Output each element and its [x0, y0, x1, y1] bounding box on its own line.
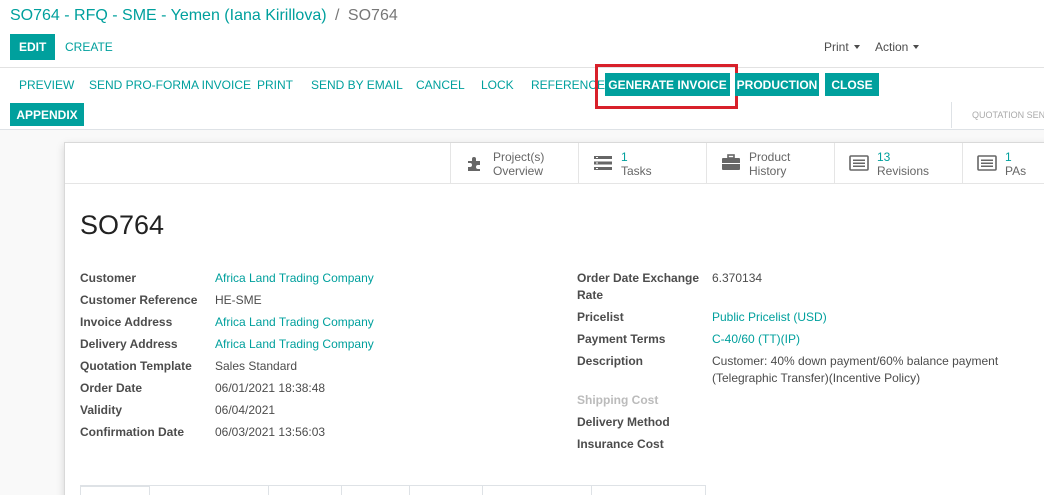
- print-dropdown-label: Print: [824, 40, 849, 54]
- quotation-template-value: Sales Standard: [215, 359, 298, 373]
- smart-button-box: Project(s) Overview 1 Tasks Product History: [65, 143, 1044, 184]
- insurance-cost-label: Insurance Cost: [577, 437, 664, 451]
- notebook-tab[interactable]: [268, 485, 341, 495]
- smart-button-tasks[interactable]: 1 Tasks: [578, 143, 706, 183]
- smart-button-pas-label: PAs: [1005, 164, 1027, 178]
- customer-label: Customer: [80, 271, 137, 285]
- cancel-button[interactable]: CANCEL: [416, 78, 465, 92]
- confirmation-date-label: Confirmation Date: [80, 425, 185, 439]
- stage-divider: [951, 102, 952, 128]
- lock-button[interactable]: LOCK: [481, 78, 514, 92]
- edit-button[interactable]: EDIT: [10, 34, 56, 60]
- quotation-template-label: Quotation Template: [80, 359, 192, 373]
- send-proforma-invoice-button[interactable]: SEND PRO-FORMA INVOICE: [89, 78, 251, 92]
- customer-reference-label: Customer Reference: [80, 293, 198, 307]
- smart-button-product-history[interactable]: Product History: [706, 143, 834, 183]
- notebook-tab[interactable]: [409, 485, 482, 495]
- puzzle-icon: [468, 157, 480, 171]
- confirmation-date-value: 06/03/2021 13:56:03: [215, 425, 326, 439]
- tasks-icon: [594, 156, 612, 170]
- smart-button-pas-count: 1: [1005, 150, 1012, 164]
- highlight-box: [595, 64, 738, 109]
- notebook-tab[interactable]: [341, 485, 409, 495]
- smart-button-revisions-label: Revisions: [877, 164, 930, 178]
- description-line1: Customer: 40% down payment/60% balance p…: [712, 354, 999, 368]
- print-dropdown[interactable]: Print: [824, 40, 860, 54]
- close-button[interactable]: CLOSE: [825, 73, 879, 96]
- payment-terms-label: Payment Terms: [577, 332, 666, 346]
- create-button[interactable]: CREATE: [65, 40, 113, 54]
- stage-quotation-sent[interactable]: QUOTATION SEN: [972, 110, 1044, 120]
- smart-button-projects[interactable]: Project(s) Overview: [450, 143, 578, 183]
- list-icon: [977, 155, 997, 171]
- customer-reference-value: HE-SME: [215, 293, 262, 307]
- form-sheet: Project(s) Overview 1 Tasks Product History: [64, 142, 1044, 495]
- smart-button-projects-line2: Overview: [493, 164, 544, 178]
- smart-button-projects-line1: Project(s): [493, 150, 545, 164]
- smart-button-tasks-label: Tasks: [621, 164, 652, 178]
- exchange-rate-value: 6.370134: [712, 271, 763, 285]
- list-icon: [849, 155, 869, 171]
- action-dropdown-label: Action: [875, 40, 909, 54]
- smart-button-tasks-count: 1: [621, 150, 628, 164]
- caret-down-icon: [853, 45, 860, 49]
- validity-label: Validity: [80, 403, 123, 417]
- notebook-tab[interactable]: [80, 485, 149, 495]
- delivery-address-link[interactable]: Africa Land Trading Company: [215, 337, 374, 351]
- pricelist-link[interactable]: Public Pricelist (USD): [712, 310, 827, 324]
- order-date-label: Order Date: [80, 381, 143, 395]
- delivery-method-label: Delivery Method: [577, 415, 670, 429]
- appendix-button[interactable]: APPENDIX: [10, 103, 84, 126]
- smart-button-revisions[interactable]: 13 Revisions: [834, 143, 962, 183]
- notebook-tab[interactable]: [149, 485, 268, 495]
- smart-button-revisions-count: 13: [877, 150, 891, 164]
- breadcrumb-parent-link[interactable]: SO764 - RFQ - SME - Yemen (Iana Kirillov…: [10, 7, 327, 24]
- control-panel: SO764 - RFQ - SME - Yemen (Iana Kirillov…: [0, 0, 1044, 130]
- invoice-address-link[interactable]: Africa Land Trading Company: [215, 315, 374, 329]
- smart-button-product-history-line2: History: [749, 164, 787, 178]
- customer-link[interactable]: Africa Land Trading Company: [215, 271, 374, 285]
- action-dropdown[interactable]: Action: [875, 40, 920, 54]
- delivery-address-label: Delivery Address: [80, 337, 178, 351]
- validity-value: 06/04/2021: [215, 403, 276, 417]
- briefcase-icon: [722, 154, 740, 170]
- production-button[interactable]: PRODUCTION: [735, 73, 819, 96]
- notebook-tab[interactable]: [591, 485, 706, 495]
- smart-button-pas[interactable]: 1 PAs: [962, 143, 1044, 183]
- divider: [0, 67, 1044, 68]
- payment-terms-link[interactable]: C-40/60 (TT)(IP): [712, 332, 800, 346]
- breadcrumb-current: SO764: [347, 7, 398, 24]
- order-date-value: 06/01/2021 18:38:48: [215, 381, 326, 395]
- smart-button-product-history-line1: Product: [749, 150, 791, 164]
- breadcrumb: SO764 - RFQ - SME - Yemen (Iana Kirillov…: [10, 7, 398, 25]
- caret-down-icon: [913, 45, 920, 49]
- description-line2: (Telegraphic Transfer)(Incentive Policy): [712, 371, 921, 385]
- print-button[interactable]: PRINT: [257, 78, 293, 92]
- notebook-tab[interactable]: [482, 485, 591, 495]
- shipping-cost-label: Shipping Cost: [577, 393, 659, 407]
- invoice-address-label: Invoice Address: [80, 315, 173, 329]
- description-label: Description: [577, 354, 644, 368]
- reference-button[interactable]: REFERENCE: [531, 78, 605, 92]
- preview-button[interactable]: PREVIEW: [19, 78, 74, 92]
- send-by-email-button[interactable]: SEND BY EMAIL: [311, 78, 403, 92]
- pricelist-label: Pricelist: [577, 310, 624, 324]
- record-title: SO764: [80, 210, 165, 240]
- exchange-rate-label-line2: Rate: [577, 288, 604, 302]
- exchange-rate-label-line1: Order Date Exchange: [577, 271, 700, 285]
- breadcrumb-separator: /: [335, 7, 340, 24]
